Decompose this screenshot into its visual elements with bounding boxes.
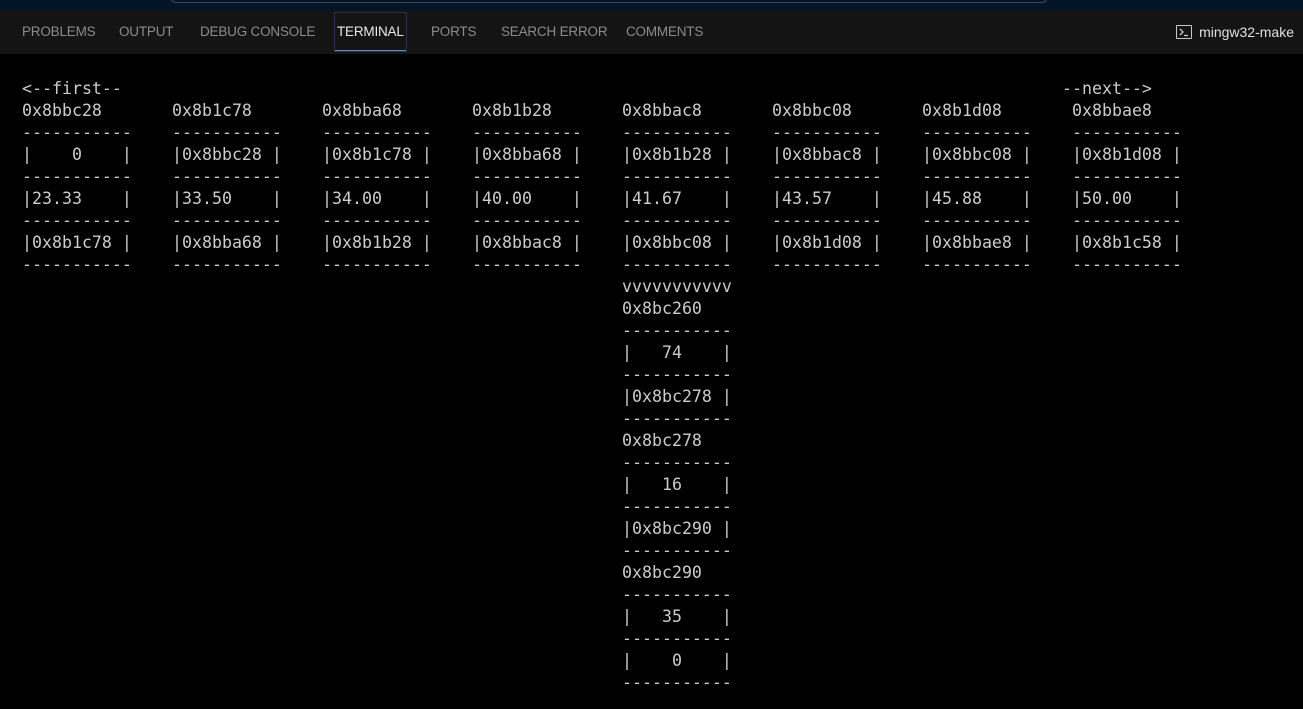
node-address: 0x8b1b28 [472,101,552,120]
node-border: ----------- [22,167,132,186]
sublist-node-border: ----------- [622,321,732,340]
sublist-node-border: ----------- [622,497,732,516]
title-bar [0,0,1303,10]
node-field: |34.00 | [322,189,432,208]
sublist-node-address: 0x8bc260 [622,299,702,318]
terminal-output[interactable]: <--first-- --next--> 0x8bbc28 ----------- | … [0,54,1303,709]
sublist-node-field: |0x8bc278 | [622,387,732,406]
sublist-node-border: ----------- [622,453,732,472]
node-border: ----------- [172,123,282,142]
node-field: |33.50 | [172,189,282,208]
node-address: 0x8bbc08 [772,101,852,120]
node-border: ----------- [322,123,432,142]
node-field: |0x8b1b28 | [322,233,432,252]
tab-output[interactable]: OUTPUT [119,10,173,54]
node-field: | 0 | [22,145,132,164]
tab-search-error[interactable]: SEARCH ERROR [501,10,608,54]
down-arrow: vvvvvvvvvvv [622,277,732,296]
node-field: |45.88 | [922,189,1032,208]
panel-tab-bar: PROBLEMS OUTPUT DEBUG CONSOLE TERMINAL P… [0,10,1303,54]
terminal-instance-selector[interactable]: mingw32-make [1176,10,1294,54]
node-border: ----------- [772,211,882,230]
node-address: 0x8bbae8 [1072,101,1152,120]
node-field: |0x8b1c58 | [1072,233,1182,252]
node-border: ----------- [772,167,882,186]
terminal-icon [1176,25,1193,39]
node-field: |0x8bbc28 | [172,145,282,164]
first-pointer-label: <--first-- [22,79,122,98]
node-field: |0x8bbac8 | [772,145,882,164]
node-border: ----------- [172,211,282,230]
sublist-node-address: 0x8bc278 [622,431,702,450]
next-pointer-label: --next--> [1062,79,1152,98]
node-address: 0x8bbac8 [622,101,702,120]
node-field: |0x8b1d08 | [1072,145,1182,164]
node-border: ----------- [472,123,582,142]
node-field: |0x8bbac8 | [472,233,582,252]
node-border: ----------- [22,255,132,274]
node-border: ----------- [1072,123,1182,142]
node-address: 0x8bbc28 [22,101,102,120]
node-field: |43.57 | [772,189,882,208]
node-border: ----------- [772,255,882,274]
node-border: ----------- [472,255,582,274]
node-address: 0x8b1c78 [172,101,252,120]
node-field: |50.00 | [1072,189,1182,208]
node-field: |0x8bba68 | [472,145,582,164]
sublist-node-field: | 74 | [622,343,732,362]
terminal-instance-label: mingw32-make [1199,24,1294,40]
node-border: ----------- [22,123,132,142]
node-border: ----------- [1072,255,1182,274]
node-border: ----------- [472,167,582,186]
node-border: ----------- [922,211,1032,230]
node-border: ----------- [322,167,432,186]
tab-terminal[interactable]: TERMINAL [334,12,407,52]
node-border: ----------- [1072,211,1182,230]
node-border: ----------- [172,255,282,274]
node-address: 0x8b1d08 [922,101,1002,120]
node-field: |40.00 | [472,189,582,208]
node-border: ----------- [622,255,732,274]
sublist-node-address: 0x8bc290 [622,563,702,582]
node-border: ----------- [622,167,732,186]
sublist-node-border: ----------- [622,409,732,428]
sublist-node-field: | 35 | [622,607,732,626]
tab-ports[interactable]: PORTS [431,10,476,54]
tab-debug-console[interactable]: DEBUG CONSOLE [200,10,315,54]
node-border: ----------- [172,167,282,186]
node-border: ----------- [622,211,732,230]
node-border: ----------- [922,123,1032,142]
sublist-node-border: ----------- [622,629,732,648]
tab-comments[interactable]: COMMENTS [626,10,703,54]
node-field: |0x8b1c78 | [322,145,432,164]
node-border: ----------- [322,211,432,230]
node-field: |0x8b1c78 | [22,233,132,252]
node-address: 0x8bba68 [322,101,402,120]
node-field: |41.67 | [622,189,732,208]
node-border: ----------- [1072,167,1182,186]
sublist-node-border: ----------- [622,365,732,384]
sublist-node-field: | 0 | [622,651,732,670]
node-field: |0x8bbae8 | [922,233,1032,252]
tab-problems[interactable]: PROBLEMS [22,10,96,54]
node-border: ----------- [472,211,582,230]
node-border: ----------- [22,211,132,230]
sublist-node-field: |0x8bc290 | [622,519,732,538]
sublist-node-border: ----------- [622,585,732,604]
node-border: ----------- [922,255,1032,274]
node-field: |0x8b1b28 | [622,145,732,164]
sublist-node-field: | 16 | [622,475,732,494]
sublist-node-border: ----------- [622,541,732,560]
node-field: |0x8bbc08 | [922,145,1032,164]
node-border: ----------- [622,123,732,142]
node-border: ----------- [322,255,432,274]
node-field: |0x8bbc08 | [622,233,732,252]
node-border: ----------- [772,123,882,142]
node-field: |0x8b1d08 | [772,233,882,252]
node-border: ----------- [922,167,1032,186]
node-field: |0x8bba68 | [172,233,282,252]
sublist-node-border: ----------- [622,673,732,692]
command-center-search-box[interactable] [170,0,1048,3]
node-field: |23.33 | [22,189,132,208]
